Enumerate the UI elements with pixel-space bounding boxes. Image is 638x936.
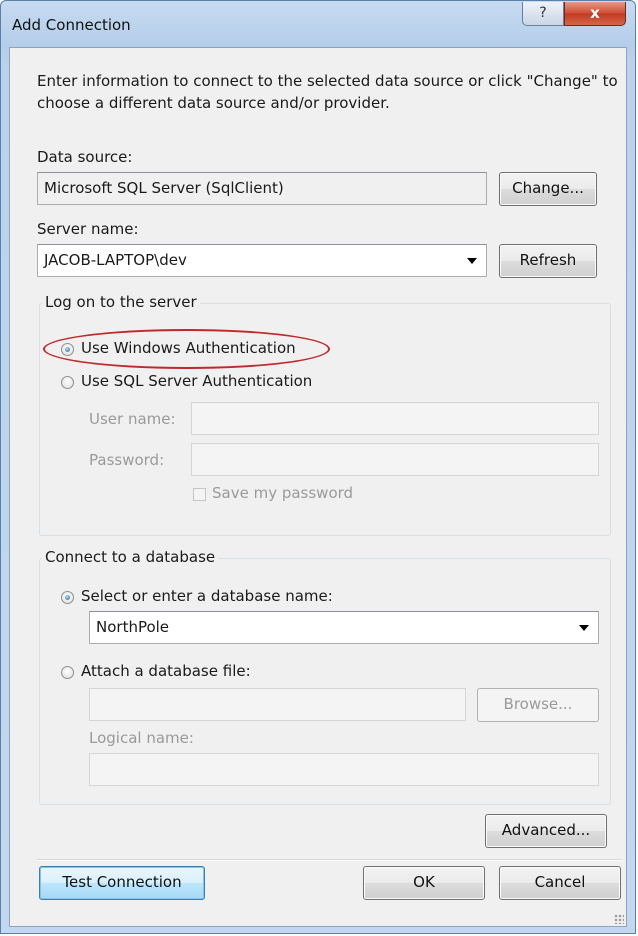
close-icon: x bbox=[590, 4, 600, 22]
advanced-button[interactable]: Advanced... bbox=[485, 814, 607, 848]
footer-separator bbox=[37, 859, 622, 861]
server-name-combobox[interactable]: JACOB-LAPTOP\dev bbox=[37, 244, 487, 277]
chevron-down-icon[interactable] bbox=[467, 258, 477, 264]
server-name-value: JACOB-LAPTOP\dev bbox=[44, 251, 187, 269]
data-source-label: Data source: bbox=[37, 148, 133, 166]
sql-auth-radio[interactable] bbox=[61, 376, 74, 389]
dialog-body: Enter information to connect to the sele… bbox=[9, 47, 627, 927]
sql-auth-label[interactable]: Use SQL Server Authentication bbox=[81, 372, 312, 390]
logical-name-field bbox=[89, 753, 599, 786]
username-field bbox=[191, 402, 599, 435]
logon-group-title: Log on to the server bbox=[42, 293, 200, 311]
logical-name-label: Logical name: bbox=[89, 729, 194, 747]
attach-database-label[interactable]: Attach a database file: bbox=[81, 662, 251, 680]
data-source-field: Microsoft SQL Server (SqlClient) bbox=[37, 172, 487, 205]
help-icon: ? bbox=[539, 5, 547, 21]
refresh-button[interactable]: Refresh bbox=[499, 244, 597, 278]
windows-auth-label[interactable]: Use Windows Authentication bbox=[81, 339, 296, 357]
attach-database-radio[interactable] bbox=[61, 666, 74, 679]
intro-text: Enter information to connect to the sele… bbox=[37, 72, 618, 112]
save-password-label: Save my password bbox=[212, 484, 354, 502]
attach-file-field bbox=[89, 688, 466, 721]
password-label: Password: bbox=[89, 451, 165, 469]
database-name-combobox[interactable]: NorthPole bbox=[89, 611, 599, 644]
window-title: Add Connection bbox=[12, 16, 131, 34]
data-source-value: Microsoft SQL Server (SqlClient) bbox=[44, 179, 284, 197]
close-button[interactable]: x bbox=[564, 2, 626, 26]
add-connection-window: Add Connection ? x Enter information to … bbox=[0, 0, 636, 934]
select-database-label[interactable]: Select or enter a database name: bbox=[81, 587, 333, 605]
save-password-checkbox bbox=[193, 488, 206, 501]
password-field bbox=[191, 443, 599, 476]
select-database-radio[interactable] bbox=[61, 591, 74, 604]
chevron-down-icon[interactable] bbox=[579, 625, 589, 631]
resize-grip[interactable] bbox=[614, 914, 624, 924]
title-bar[interactable]: Add Connection ? x bbox=[1, 1, 637, 47]
cancel-button[interactable]: Cancel bbox=[499, 866, 621, 900]
ok-button[interactable]: OK bbox=[363, 866, 485, 900]
username-label: User name: bbox=[89, 410, 176, 428]
change-button[interactable]: Change... bbox=[499, 172, 597, 206]
help-button[interactable]: ? bbox=[522, 2, 564, 26]
database-name-value: NorthPole bbox=[96, 618, 170, 636]
windows-auth-radio[interactable] bbox=[61, 343, 74, 356]
server-name-label: Server name: bbox=[37, 220, 139, 238]
database-group-title: Connect to a database bbox=[42, 548, 219, 566]
test-connection-button[interactable]: Test Connection bbox=[39, 866, 205, 900]
browse-button: Browse... bbox=[477, 688, 599, 722]
